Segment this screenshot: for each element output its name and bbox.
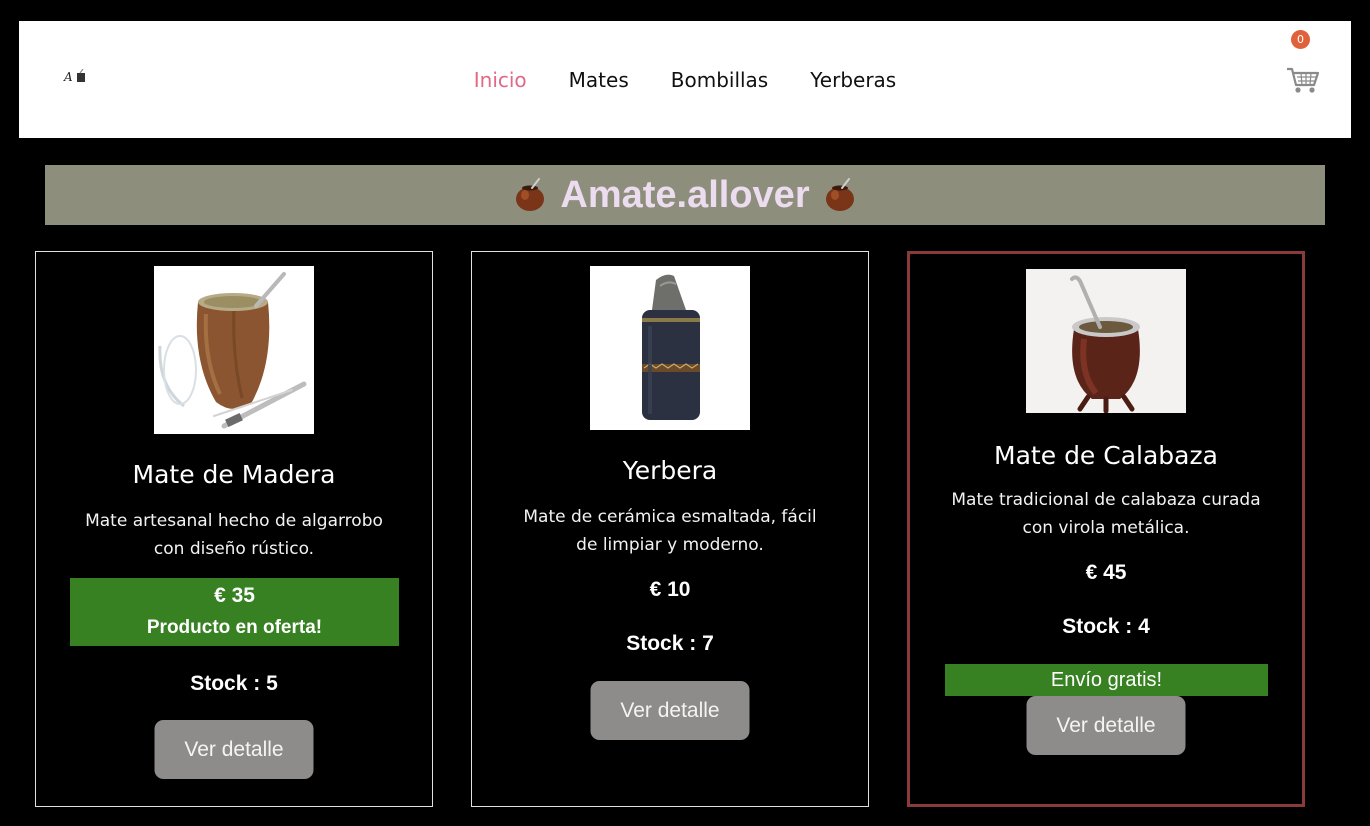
navbar: A Inicio Mates Bombillas Yerberas bbox=[19, 21, 1351, 138]
product-price: € 35 bbox=[214, 584, 255, 607]
product-stock: Stock : 7 bbox=[626, 632, 714, 655]
view-detail-button[interactable]: Ver detalle bbox=[1026, 696, 1186, 755]
product-title: Mate de Calabaza bbox=[994, 441, 1218, 470]
product-card: Mate de Madera Mate artesanal hecho de a… bbox=[35, 251, 433, 807]
mate-gourd-icon bbox=[825, 178, 854, 211]
yerbera-container-image bbox=[590, 266, 750, 430]
product-title: Yerbera bbox=[622, 456, 718, 485]
product-title: Mate de Madera bbox=[132, 460, 336, 489]
free-shipping-badge: Envío gratis! bbox=[945, 664, 1268, 696]
product-card: Yerbera Mate de cerámica esmaltada, fáci… bbox=[471, 251, 869, 807]
nav-link-bombillas[interactable]: Bombillas bbox=[671, 67, 768, 93]
nav-menu: Inicio Mates Bombillas Yerberas bbox=[19, 67, 1351, 93]
shopping-cart-icon[interactable] bbox=[1285, 61, 1321, 97]
gourd-mate-image bbox=[1026, 269, 1186, 413]
product-price: € 45 bbox=[1085, 561, 1127, 584]
hero-banner: Amate.allover bbox=[45, 165, 1325, 225]
product-stock: Stock : 4 bbox=[1062, 615, 1150, 638]
product-stock: Stock : 5 bbox=[190, 672, 278, 695]
product-price: € 10 bbox=[649, 578, 691, 601]
offer-label: Producto en oferta! bbox=[146, 617, 323, 638]
nav-link-inicio[interactable]: Inicio bbox=[474, 67, 527, 93]
nav-link-yerberas[interactable]: Yerberas bbox=[810, 67, 896, 93]
product-description: Mate de cerámica esmaltada, fácil de lim… bbox=[523, 507, 817, 555]
offer-badge: € 35 Producto en oferta! bbox=[70, 578, 399, 646]
product-description: Mate tradicional de calabaza curada con … bbox=[951, 490, 1261, 538]
product-description: Mate artesanal hecho de algarrobo con di… bbox=[85, 511, 383, 559]
wooden-mate-image bbox=[154, 266, 314, 434]
cart-count-badge: 0 bbox=[1291, 30, 1310, 49]
view-detail-button[interactable]: Ver detalle bbox=[154, 720, 314, 779]
nav-link-mates[interactable]: Mates bbox=[569, 67, 629, 93]
hero-title: Amate.allover bbox=[560, 174, 810, 216]
view-detail-button[interactable]: Ver detalle bbox=[590, 681, 750, 740]
product-card-featured: Mate de Calabaza Mate tradicional de cal… bbox=[907, 251, 1305, 807]
mate-gourd-icon bbox=[516, 178, 545, 211]
